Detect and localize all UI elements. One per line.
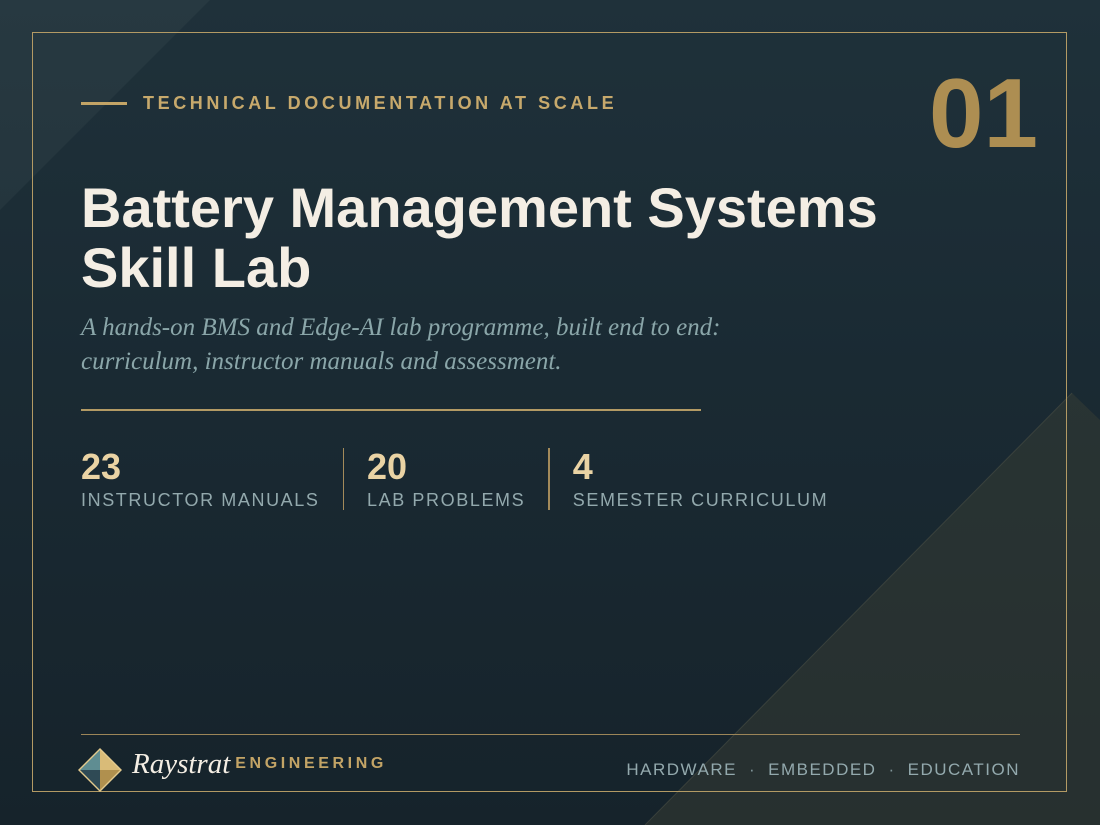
stat-separator — [548, 448, 550, 510]
stat-lab-problems: 20 LAB PROBLEMS — [367, 446, 526, 511]
brand-tagline: ENGINEERING — [235, 755, 387, 772]
footer-tags: HARDWARE · EMBEDDED · EDUCATION — [626, 760, 1020, 780]
eyebrow-text: TECHNICAL DOCUMENTATION AT SCALE — [143, 93, 618, 113]
stats-row: 23 INSTRUCTOR MANUALS 20 LAB PROBLEMS 4 … — [81, 448, 828, 510]
footer-tag-hardware: HARDWARE — [626, 760, 737, 779]
stat-label: LAB PROBLEMS — [367, 490, 526, 510]
footer-tag-embedded: EMBEDDED — [768, 760, 877, 779]
stat-separator — [342, 448, 344, 510]
brand-name: Raystrat — [132, 748, 231, 780]
subtitle-line-1: A hands-on BMS and Edge-AI lab programme… — [81, 314, 721, 341]
footer-separator: · — [748, 760, 757, 779]
section-divider — [81, 409, 701, 411]
footer-tag-education: EDUCATION — [907, 760, 1020, 779]
stat-label: INSTRUCTOR MANUALS — [81, 490, 320, 510]
stat-label: SEMESTER CURRICULUM — [572, 490, 829, 510]
footer-rule — [81, 734, 1020, 735]
stat-value: 23 — [81, 446, 122, 487]
page-title: Battery Management Systems Skill Lab — [81, 178, 981, 298]
eyebrow: TECHNICAL DOCUMENTATION AT SCALE — [81, 92, 617, 114]
slide-number: 01 — [928, 58, 1038, 168]
title-line-1: Battery Management Systems — [81, 176, 878, 239]
subtitle-line-2: curriculum, instructor manuals and asses… — [81, 348, 562, 375]
title-line-2: Skill Lab — [81, 236, 312, 299]
border-frame — [32, 32, 1067, 792]
brand-logo: Raystrat ENGINEERING — [78, 748, 387, 792]
stat-value: 20 — [367, 446, 408, 487]
diamond-logo-icon — [78, 748, 122, 792]
footer-separator: · — [888, 760, 896, 779]
eyebrow-rule — [81, 101, 127, 105]
stat-instructor-manuals: 23 INSTRUCTOR MANUALS — [81, 446, 320, 511]
stat-value: 4 — [572, 446, 593, 487]
stat-semester-curriculum: 4 SEMESTER CURRICULUM — [572, 446, 829, 511]
subtitle: A hands-on BMS and Edge-AI lab programme… — [81, 311, 781, 379]
